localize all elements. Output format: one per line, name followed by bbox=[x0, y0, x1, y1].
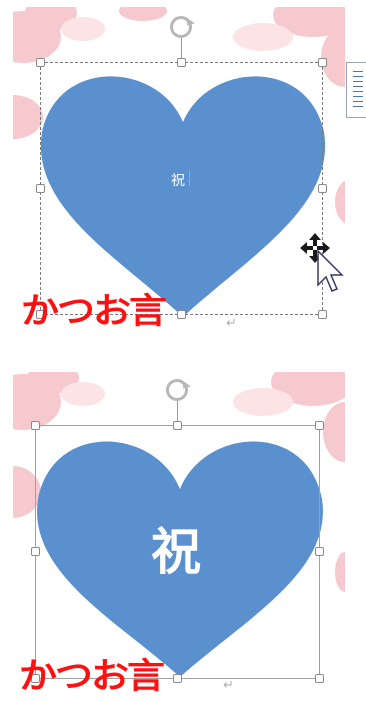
resize-handle-left[interactable] bbox=[36, 184, 45, 193]
logo-text: かつお言 bbox=[21, 290, 167, 332]
resize-handle-right[interactable] bbox=[318, 184, 327, 193]
text-caret bbox=[189, 171, 190, 186]
resize-handle-top-left[interactable] bbox=[36, 58, 45, 67]
resize-handle-top[interactable] bbox=[177, 58, 186, 67]
resize-handle-top-left[interactable] bbox=[31, 421, 40, 430]
resize-handle-left[interactable] bbox=[31, 547, 40, 556]
heart-text[interactable]: 祝 bbox=[151, 527, 201, 577]
rotate-handle-icon[interactable] bbox=[170, 16, 192, 38]
side-layout-options-icon[interactable] bbox=[346, 62, 366, 118]
move-cursor-icon bbox=[300, 233, 344, 292]
resize-handle-top-right[interactable] bbox=[318, 58, 327, 67]
resize-handle-bottom-right[interactable] bbox=[318, 310, 327, 319]
heart-text[interactable]: 祝 bbox=[171, 170, 185, 190]
paragraph-mark: ↵ bbox=[223, 678, 234, 693]
resize-handle-bottom[interactable] bbox=[177, 310, 186, 319]
resize-handle-top-right[interactable] bbox=[315, 421, 324, 430]
resize-handle-top[interactable] bbox=[173, 421, 182, 430]
bottom-screenshot-panel: 祝 かつお言 ↵ bbox=[13, 372, 345, 702]
resize-handle-right[interactable] bbox=[315, 547, 324, 556]
resize-handle-bottom[interactable] bbox=[173, 674, 182, 683]
resize-handle-bottom-right[interactable] bbox=[315, 674, 324, 683]
logo-text: かつお言 bbox=[19, 655, 165, 697]
top-screenshot-panel: 祝 かつお言 ↵ bbox=[13, 7, 345, 334]
paragraph-mark: ↵ bbox=[226, 316, 237, 331]
rotate-handle-icon[interactable] bbox=[166, 379, 188, 401]
